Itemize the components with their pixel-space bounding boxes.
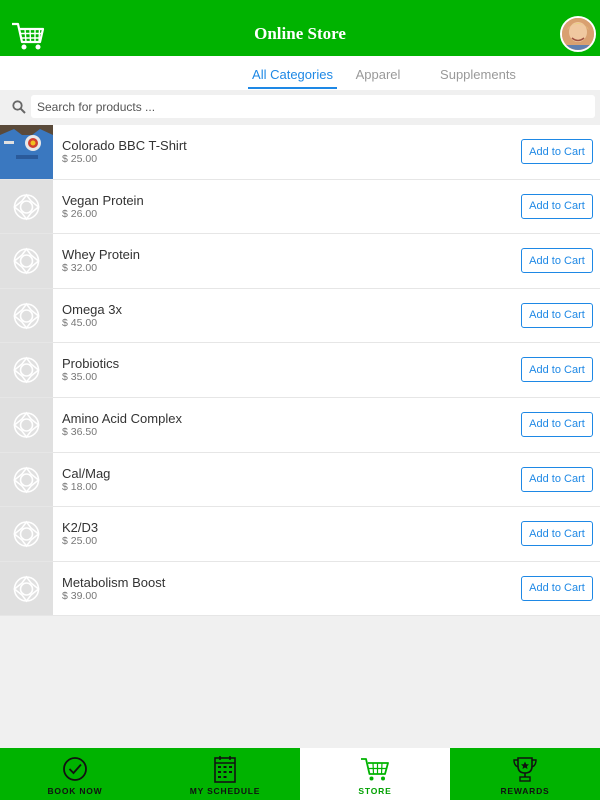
placeholder-logo-icon bbox=[0, 343, 53, 397]
bottom-nav: BOOK NOW MY SCHEDULE STORE REWARDS bbox=[0, 748, 600, 800]
add-to-cart-button[interactable]: Add to Cart bbox=[521, 466, 593, 492]
nav-label: REWARDS bbox=[500, 786, 550, 796]
nav-rewards[interactable]: REWARDS bbox=[450, 748, 600, 800]
product-name: Colorado BBC T-Shirt bbox=[62, 138, 187, 153]
tab-all-categories[interactable]: All Categories bbox=[248, 67, 337, 89]
nav-label: STORE bbox=[358, 786, 392, 796]
check-circle-icon bbox=[63, 757, 87, 781]
product-row[interactable]: Colorado BBC T-Shirt $ 25.00 Add to Cart bbox=[0, 125, 600, 180]
tab-supplements[interactable]: Supplements bbox=[433, 67, 523, 89]
add-to-cart-button[interactable]: Add to Cart bbox=[521, 521, 593, 547]
product-name: Omega 3x bbox=[62, 301, 122, 317]
placeholder-logo-icon bbox=[0, 397, 53, 452]
product-row[interactable]: Omega 3x $ 45.00 Add to Cart bbox=[0, 288, 600, 344]
calendar-icon bbox=[214, 756, 236, 783]
product-row[interactable]: K2/D3 $ 25.00 Add to Cart bbox=[0, 507, 600, 562]
product-image-tshirt bbox=[0, 125, 53, 179]
search-icon bbox=[12, 100, 26, 114]
add-to-cart-button[interactable]: Add to Cart bbox=[521, 575, 593, 601]
add-to-cart-button[interactable]: Add to Cart bbox=[521, 302, 593, 328]
product-price: $ 36.50 bbox=[62, 425, 98, 438]
product-price: $ 32.00 bbox=[62, 262, 98, 275]
product-price: $ 45.00 bbox=[62, 316, 98, 329]
trophy-icon bbox=[513, 757, 537, 782]
product-price: $ 25.00 bbox=[62, 535, 98, 548]
product-row[interactable]: Vegan Protein $ 26.00 Add to Cart bbox=[0, 179, 600, 235]
product-name: Probiotics bbox=[62, 356, 120, 372]
add-to-cart-button[interactable]: Add to Cart bbox=[521, 357, 593, 383]
product-name: Cal/Mag bbox=[62, 465, 111, 481]
product-name: Amino Acid Complex bbox=[62, 410, 182, 426]
placeholder-logo-icon bbox=[0, 452, 53, 507]
cart-icon bbox=[361, 758, 389, 781]
placeholder-logo-icon bbox=[0, 507, 53, 561]
add-to-cart-button[interactable]: Add to Cart bbox=[521, 193, 593, 219]
add-to-cart-button[interactable]: Add to Cart bbox=[521, 411, 593, 437]
product-price: $ 26.00 bbox=[62, 207, 98, 220]
product-name: Metabolism Boost bbox=[62, 574, 166, 590]
user-avatar[interactable] bbox=[560, 16, 596, 52]
product-row[interactable]: Amino Acid Complex $ 36.50 Add to Cart bbox=[0, 397, 600, 453]
category-tabs: All Categories Apparel Supplements bbox=[0, 56, 600, 90]
nav-my-schedule[interactable]: MY SCHEDULE bbox=[150, 748, 300, 800]
search-bar bbox=[0, 90, 600, 123]
product-row[interactable]: Whey Protein $ 32.00 Add to Cart bbox=[0, 234, 600, 289]
nav-book-now[interactable]: BOOK NOW bbox=[0, 748, 150, 800]
product-price: $ 25.00 bbox=[62, 153, 98, 165]
placeholder-logo-icon bbox=[0, 179, 53, 234]
product-name: Whey Protein bbox=[62, 247, 141, 263]
product-name: Vegan Protein bbox=[62, 192, 144, 208]
product-price: $ 39.00 bbox=[62, 589, 98, 602]
placeholder-logo-icon bbox=[0, 288, 53, 343]
nav-label: MY SCHEDULE bbox=[189, 786, 261, 796]
product-price: $ 35.00 bbox=[62, 371, 98, 384]
add-to-cart-button[interactable]: Add to Cart bbox=[521, 248, 593, 274]
app-header: Online Store bbox=[0, 0, 600, 56]
add-to-cart-button[interactable]: Add to Cart bbox=[521, 139, 593, 164]
tab-apparel[interactable]: Apparel bbox=[349, 67, 407, 89]
product-row[interactable]: Metabolism Boost $ 39.00 Add to Cart bbox=[0, 561, 600, 617]
product-row[interactable]: Cal/Mag $ 18.00 Add to Cart bbox=[0, 452, 600, 508]
product-row[interactable]: Probiotics $ 35.00 Add to Cart bbox=[0, 343, 600, 398]
product-list: Colorado BBC T-Shirt $ 25.00 Add to Cart… bbox=[0, 125, 600, 617]
nav-label: BOOK NOW bbox=[47, 786, 103, 796]
page-title: Online Store bbox=[254, 24, 346, 43]
placeholder-logo-icon bbox=[0, 561, 53, 616]
product-price: $ 18.00 bbox=[62, 480, 98, 493]
nav-store[interactable]: STORE bbox=[300, 748, 450, 800]
product-name: K2/D3 bbox=[62, 520, 99, 536]
placeholder-logo-icon bbox=[0, 234, 53, 288]
search-input[interactable] bbox=[31, 95, 595, 118]
